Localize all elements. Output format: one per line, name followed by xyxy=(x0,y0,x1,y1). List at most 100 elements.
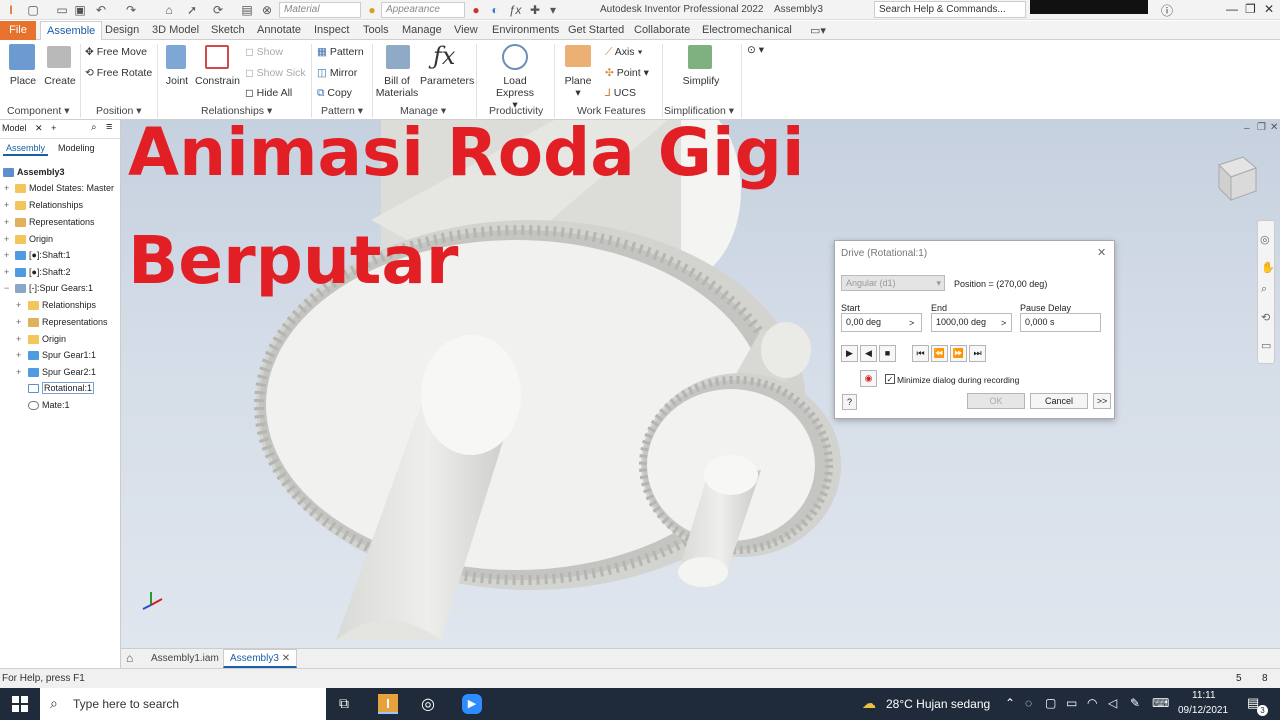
expand-icon[interactable]: + xyxy=(4,183,9,193)
obs-taskbar-icon[interactable]: ◎ xyxy=(421,694,435,714)
axis-button[interactable]: ⟋ Axis ▾ xyxy=(605,46,643,58)
constrain-button[interactable]: Constrain xyxy=(195,75,240,87)
open-folder-icon[interactable]: ▭ xyxy=(55,3,69,17)
tab-get-started[interactable]: Get Started xyxy=(568,24,624,36)
help-icon[interactable]: ⓘ xyxy=(1161,2,1173,19)
tray-app-icon[interactable]: ◌ xyxy=(1025,696,1032,710)
mirror-button[interactable]: ◫ Mirror xyxy=(317,67,357,79)
expand-icon[interactable]: + xyxy=(4,234,9,244)
tab-inspect[interactable]: Inspect xyxy=(314,24,349,36)
close-icon[interactable]: ✕ xyxy=(35,123,43,133)
step-back-button[interactable]: ⏪ xyxy=(931,345,948,362)
viewport-minimize-icon[interactable]: – xyxy=(1244,123,1250,134)
close-button[interactable]: ✕ xyxy=(1264,2,1274,16)
plus-icon[interactable]: + xyxy=(51,123,56,133)
group-component[interactable]: Component ▾ xyxy=(7,105,70,117)
steering-wheel-icon[interactable]: ◎ xyxy=(1260,233,1270,246)
zoom-icon[interactable]: ⌕ xyxy=(1261,283,1267,296)
inventor-taskbar-icon[interactable]: I xyxy=(378,694,398,714)
create-button[interactable]: Create xyxy=(42,75,78,87)
expand-icon[interactable]: + xyxy=(16,300,21,310)
expand-icon[interactable]: + xyxy=(4,200,9,210)
cancel-button[interactable]: Cancel xyxy=(1030,393,1088,409)
redo-icon[interactable]: ↷ xyxy=(124,3,138,17)
tree-item-shaft1[interactable]: [●]:Shaft:1 xyxy=(15,250,70,261)
tab-3d-model[interactable]: 3D Model xyxy=(152,24,199,36)
volume-icon[interactable]: ◁ xyxy=(1108,696,1117,710)
taskbar-search-box[interactable]: ⌕ Type here to search xyxy=(40,688,326,720)
drive-mode-select[interactable]: Angular (d1) ▾ xyxy=(841,275,945,291)
close-icon[interactable]: ✕ xyxy=(282,653,290,664)
tree-item-spur-gear1[interactable]: Spur Gear1:1 xyxy=(28,350,96,361)
tree-item-model-states[interactable]: Model States: Master xyxy=(15,183,114,194)
tree-item-spur-gears[interactable]: [-]:Spur Gears:1 xyxy=(15,283,93,294)
tab-sketch[interactable]: Sketch xyxy=(211,24,245,36)
joint-button[interactable]: Joint xyxy=(162,75,192,87)
tree-item-representations[interactable]: Representations xyxy=(15,217,95,228)
tab-file[interactable]: File xyxy=(0,21,36,40)
tray-chevron-icon[interactable]: ⌃ xyxy=(1005,696,1015,710)
battery-icon[interactable]: ▭ xyxy=(1066,696,1077,710)
collapse-icon[interactable]: − xyxy=(4,283,9,293)
expand-icon[interactable]: + xyxy=(16,350,21,360)
tree-item-spur-gear2[interactable]: Spur Gear2:1 xyxy=(28,367,96,378)
tab-manage[interactable]: Manage xyxy=(402,24,442,36)
expand-icon[interactable]: + xyxy=(16,317,21,327)
expand-icon[interactable]: + xyxy=(4,217,9,227)
parameters-button[interactable]: Parameters xyxy=(420,75,474,87)
bill-of-materials-button[interactable]: Bill of Materials xyxy=(375,75,419,99)
tab-electromechanical[interactable]: Electromechanical xyxy=(702,24,792,36)
zoom-taskbar-icon[interactable]: ▶ xyxy=(462,694,482,714)
adjust-icon[interactable]: ◐ xyxy=(488,3,502,17)
pause-delay-field[interactable]: 0,000 s xyxy=(1020,313,1101,332)
tree-item-sub-origin[interactable]: Origin xyxy=(28,334,66,345)
minimize-button[interactable]: — xyxy=(1226,2,1238,16)
viewport-close-icon[interactable]: ✕ xyxy=(1270,122,1278,133)
place-button[interactable]: Place xyxy=(6,75,40,87)
clock-date[interactable]: 09/12/2021 xyxy=(1178,705,1228,716)
inventor-logo-icon[interactable]: I xyxy=(4,3,18,17)
update-icon[interactable]: ⟳ xyxy=(211,3,225,17)
tab-tools[interactable]: Tools xyxy=(363,24,389,36)
doc-tab-assembly3[interactable]: Assembly3 ✕ xyxy=(223,649,298,668)
tree-item-mate[interactable]: Mate:1 xyxy=(28,400,70,411)
show-button[interactable]: ◻ Show xyxy=(245,46,283,58)
tree-item-sub-representations[interactable]: Representations xyxy=(28,317,108,328)
dialog-close-icon[interactable]: ✕ xyxy=(1097,246,1106,259)
clock-time[interactable]: 11:11 xyxy=(1192,690,1216,701)
tab-environments[interactable]: Environments xyxy=(492,24,559,36)
menu-icon[interactable]: ≡ xyxy=(106,121,112,133)
measure-icon[interactable]: ▤ xyxy=(240,3,254,17)
free-move-button[interactable]: ✥ Free Move xyxy=(85,46,147,58)
appearance-combo[interactable]: Appearance xyxy=(381,2,465,18)
color-override-icon[interactable]: ● xyxy=(469,3,483,17)
point-button[interactable]: ✣ Point ▾ xyxy=(605,67,649,79)
language-icon[interactable]: ⌨ xyxy=(1152,696,1169,710)
viewport-restore-icon[interactable]: ❐ xyxy=(1257,122,1266,133)
hide-all-button[interactable]: ◻ Hide All xyxy=(245,87,292,99)
tree-item-sub-relationships[interactable]: Relationships xyxy=(28,300,96,311)
tree-item-shaft2[interactable]: [●]:Shaft:2 xyxy=(15,267,70,278)
help-search-input[interactable]: Search Help & Commands... xyxy=(874,1,1026,18)
windows-start-icon[interactable] xyxy=(12,696,28,712)
tree-item-rotational[interactable]: Rotational:1 xyxy=(28,382,95,394)
expand-icon[interactable]: + xyxy=(4,267,9,277)
tab-assemble[interactable]: Assemble xyxy=(40,21,103,41)
account-area[interactable] xyxy=(1030,0,1148,14)
go-to-start-button[interactable]: ⏮ xyxy=(912,345,929,362)
pen-icon[interactable]: ✎ xyxy=(1130,696,1140,710)
tab-assembly[interactable]: Assembly xyxy=(3,142,49,156)
ribbon-options-icon[interactable]: ⊙ ▾ xyxy=(747,44,764,56)
help-icon[interactable]: ? xyxy=(842,394,857,410)
doc-tab-assembly1[interactable]: Assembly1.iam xyxy=(151,653,219,664)
expand-icon[interactable]: + xyxy=(16,334,21,344)
simplify-button[interactable]: Simplify xyxy=(678,75,724,87)
fx-icon[interactable]: ƒx xyxy=(508,3,522,17)
expand-icon[interactable]: + xyxy=(4,250,9,260)
minimize-checkbox[interactable]: ✓ xyxy=(885,374,895,384)
copy-button[interactable]: ⧉ Copy xyxy=(317,87,352,99)
tab-design[interactable]: Design xyxy=(105,24,139,36)
select-icon[interactable]: ➚ xyxy=(185,3,199,17)
tab-view[interactable]: View xyxy=(454,24,478,36)
tree-item-origin[interactable]: Origin xyxy=(15,234,53,245)
